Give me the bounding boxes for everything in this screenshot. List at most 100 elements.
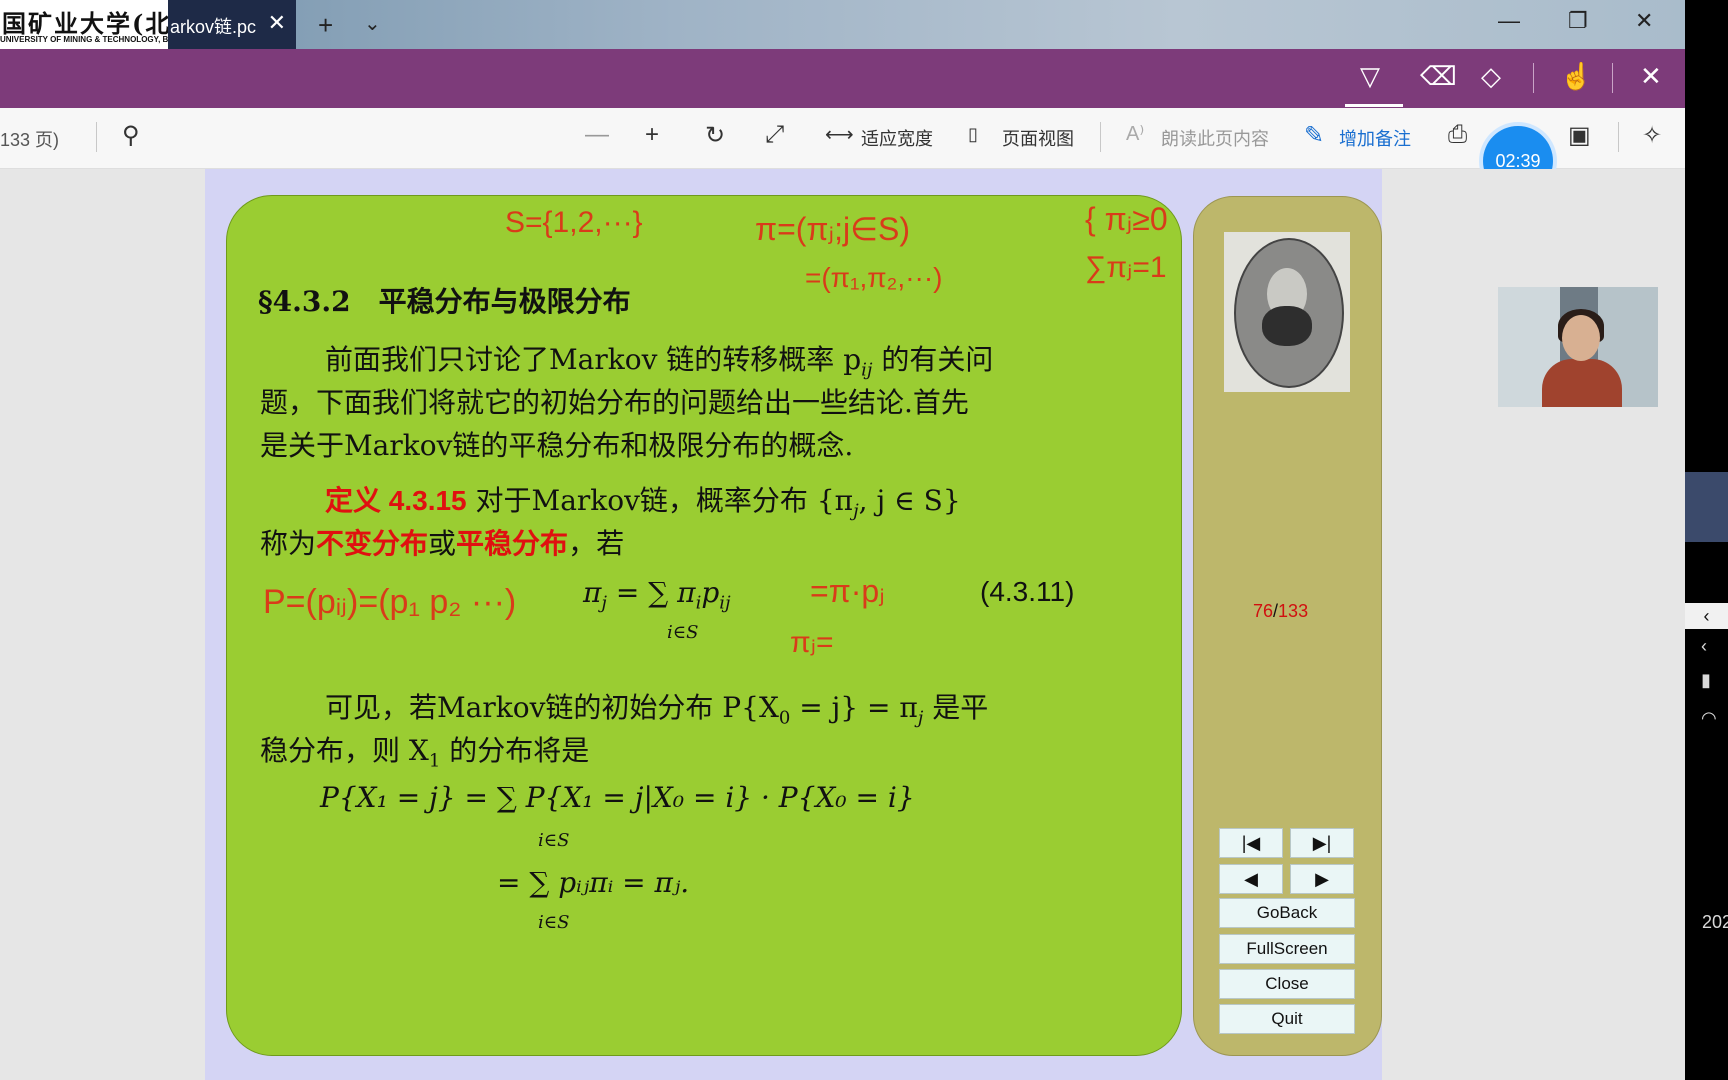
browser-tab[interactable]: arkov链.pc ✕ [168, 0, 296, 49]
handwritten-note: π=(πⱼ;j∈S) [755, 211, 910, 247]
tab-title: arkov链.pc [170, 17, 257, 37]
rotate-icon[interactable]: ↻ [705, 121, 725, 150]
restore-icon[interactable]: ❐ [1568, 8, 1588, 34]
text-run: 对于Markov链，概率分布 {π [466, 484, 854, 517]
paragraph-1-line-1: 前面我们只讨论了Markov 链的转移概率 pij 的有关问 [325, 338, 993, 381]
handwritten-note: S={1,2,···} [505, 206, 643, 239]
handwritten-note: { πⱼ≥0 [1085, 201, 1168, 237]
collapse-panel-button[interactable]: ‹ [1685, 603, 1728, 629]
search-icon[interactable]: ⚲ [122, 121, 140, 150]
add-note-icon[interactable]: ✎ [1304, 121, 1324, 150]
text-run: 的分布将是 [440, 734, 590, 767]
paragraph-1-line-3: 是关于Markov链的平稳分布和极限分布的概念. [260, 429, 854, 462]
webcam-overlay [1498, 287, 1658, 407]
close-button[interactable]: Close [1219, 969, 1355, 999]
zoom-in-icon[interactable]: + [645, 121, 659, 149]
clock-year: 202 [1702, 912, 1728, 932]
print-icon[interactable]: ⎙ [1448, 121, 1467, 149]
logo-subtitle: UNIVERSITY OF MINING & TECHNOLOGY, BEIJI… [0, 35, 168, 44]
next-page-button[interactable]: ▶ [1290, 864, 1354, 894]
save-icon[interactable]: ▣ [1568, 121, 1591, 150]
wifi-icon[interactable]: ◠ [1701, 708, 1717, 729]
subscript: ij [861, 359, 873, 381]
text-run: , j ∈ S} [858, 484, 961, 517]
subscript: 1 [428, 750, 441, 772]
equation-4-3-11: πj = ∑ πipij [583, 576, 731, 614]
portrait-beard [1262, 306, 1312, 346]
zoom-out-icon[interactable]: — [585, 121, 609, 149]
eq-term: = ∑ π [615, 576, 696, 609]
text-run: = j} = π [790, 691, 918, 724]
microphone-icon[interactable]: ▮ [1701, 670, 1711, 691]
fullscreen-button[interactable]: FullScreen [1219, 934, 1355, 964]
add-note-button[interactable]: 增加备注 [1339, 125, 1411, 151]
text-run: 前面我们只讨论了Markov 链的转移概率 p [325, 343, 862, 376]
university-logo: 国矿业大学(北京) UNIVERSITY OF MINING & TECHNOL… [0, 0, 168, 50]
minimize-icon[interactable]: — [1498, 8, 1520, 34]
handwritten-note: =(π₁,π₂,···) [805, 262, 943, 293]
new-tab-icon[interactable]: + [318, 10, 333, 41]
ink-toolbar: ▽ ⌫ ◇ ☝ ✕ [0, 49, 1685, 108]
divider [1612, 63, 1613, 93]
touch-write-icon[interactable]: ☝ [1560, 61, 1592, 92]
eq-term: p [701, 576, 720, 609]
divider [96, 122, 97, 152]
subscript: 0 [778, 707, 791, 729]
term-stationary: 平稳分布 [456, 527, 569, 560]
sum-index: i∈S [667, 622, 699, 643]
slide-page-number: 76/133 [1253, 601, 1308, 622]
divider [1100, 122, 1101, 152]
page-count: 133 页) [0, 130, 60, 150]
text-run: ，若 [568, 527, 625, 560]
logo-title: 国矿业大学(北京) [2, 9, 168, 38]
section-heading: §4.3.2 平稳分布与极限分布 [258, 285, 631, 318]
text-run: 的有关问 [872, 343, 994, 376]
text-run: 稳分布，则 X [260, 734, 429, 767]
handwritten-note: πⱼ= [790, 626, 834, 659]
page-view-icon[interactable]: ▯ [968, 124, 978, 145]
close-ink-icon[interactable]: ✕ [1640, 61, 1662, 92]
read-aloud-icon[interactable]: A⁾ [1126, 121, 1144, 146]
definition-line-1: 定义 4.3.15 对于Markov链，概率分布 {πj, j ∈ S} [325, 479, 961, 522]
first-page-button[interactable]: |◀ [1219, 828, 1283, 858]
slide-content-panel [226, 195, 1182, 1056]
paragraph-2-line-1: 可见，若Markov链的初始分布 P{X0 = j} = πj 是平 [325, 686, 988, 729]
read-aloud-button[interactable]: 朗读此页内容 [1161, 125, 1269, 151]
subscript: ij [719, 592, 731, 614]
pin-icon[interactable]: ✧ [1642, 121, 1662, 150]
sum-index: i∈S [538, 830, 570, 851]
pen-icon[interactable]: ▽ [1360, 61, 1380, 92]
active-tool-indicator [1345, 104, 1403, 107]
equation-distribution-line-2: = ∑ pᵢⱼπᵢ = πⱼ. [497, 866, 690, 899]
chevron-left-icon[interactable]: ‹ [1701, 636, 1707, 657]
eq-term: π [583, 576, 602, 609]
definition-label: 定义 4.3.15 [325, 485, 467, 516]
highlighter-icon[interactable]: ⌫ [1420, 61, 1457, 92]
equation-number: (4.3.11) [980, 576, 1075, 607]
divider [1533, 63, 1534, 93]
presenter-body [1542, 359, 1622, 407]
text-run: 称为 [260, 527, 317, 560]
page-view-button[interactable]: 页面视图 [1002, 125, 1074, 151]
window-close-icon[interactable]: ✕ [1635, 8, 1653, 34]
divider [1618, 122, 1619, 152]
sum-index: i∈S [538, 912, 570, 933]
handwritten-note: ∑πⱼ=1 [1085, 251, 1167, 284]
fit-width-button[interactable]: 适应宽度 [861, 125, 933, 151]
tab-close-icon[interactable]: ✕ [268, 10, 286, 36]
paragraph-1-line-2: 题，下面我们将就它的初始分布的问题给出一些结论.首先 [260, 386, 969, 419]
fullscreen-icon[interactable]: ⤢ [765, 121, 784, 149]
definition-line-2: 称为不变分布或平稳分布，若 [260, 522, 624, 562]
prev-page-button[interactable]: ◀ [1219, 864, 1283, 894]
quit-button[interactable]: Quit [1219, 1004, 1355, 1034]
goback-button[interactable]: GoBack [1219, 898, 1355, 928]
text-run: 可见，若Markov链的初始分布 P{X [325, 691, 779, 724]
total-pages: 133 [1278, 601, 1309, 621]
current-page: 76 [1253, 601, 1274, 621]
pdf-toolbar: 133 页) ⚲ — + ↻ ⤢ ⟷ 适应宽度 ▯ 页面视图 A⁾ 朗读此页内容… [0, 108, 1685, 169]
chevron-down-icon[interactable]: ⌄ [364, 11, 381, 36]
eraser-icon[interactable]: ◇ [1481, 61, 1501, 92]
fit-width-icon[interactable]: ⟷ [825, 122, 854, 147]
last-page-button[interactable]: ▶| [1290, 828, 1354, 858]
term-invariant: 不变分布 [316, 527, 429, 560]
